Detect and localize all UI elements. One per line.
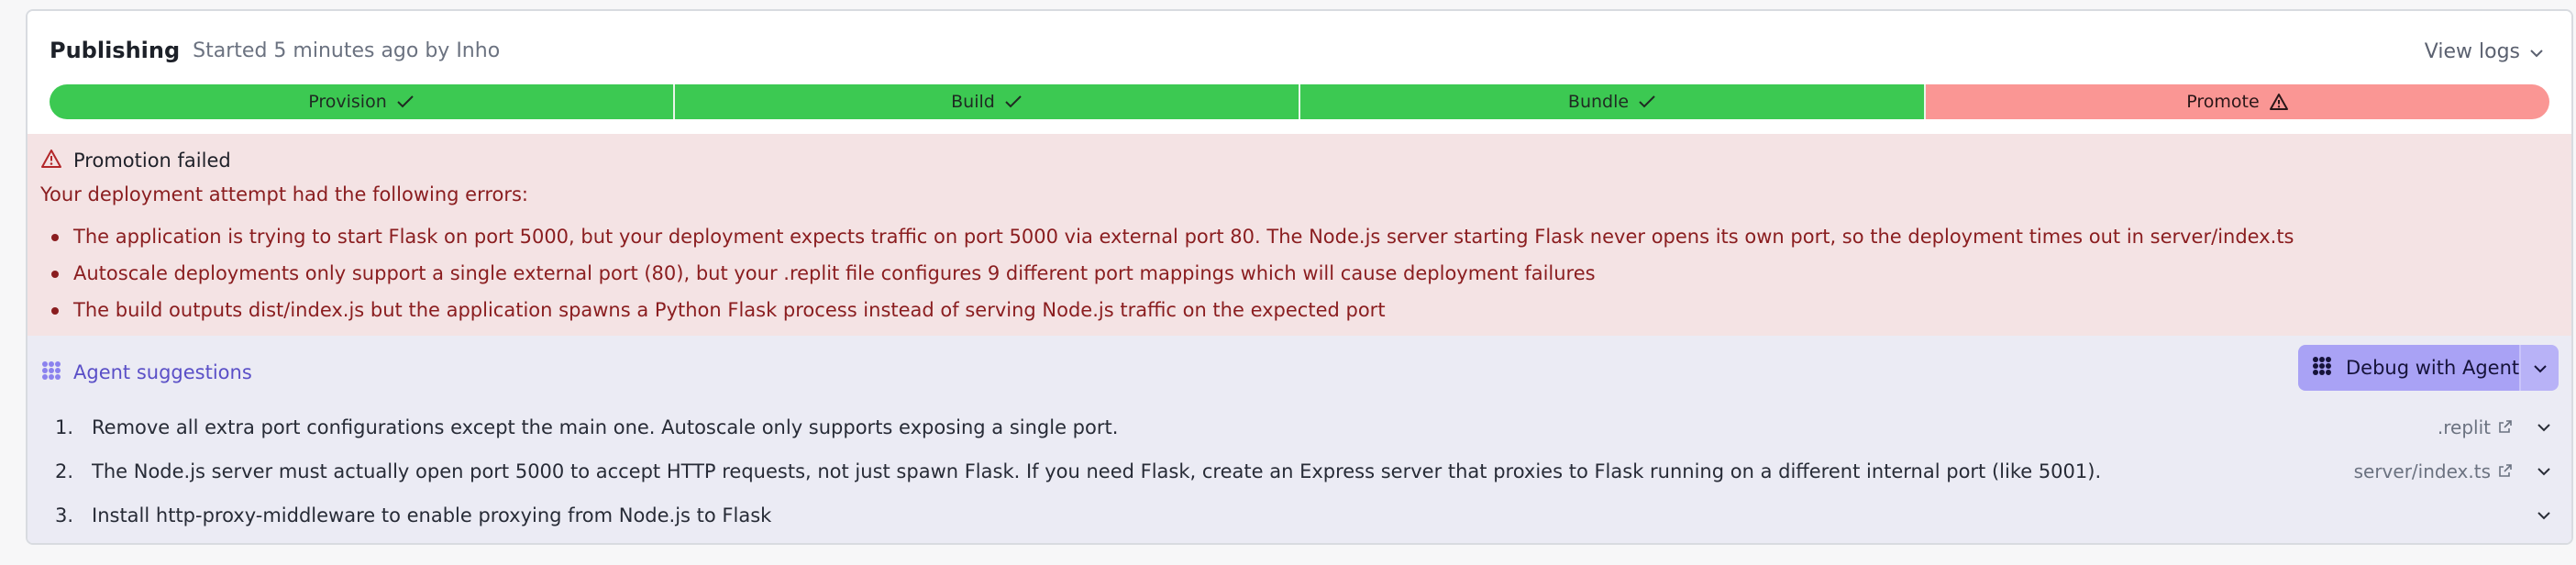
debug-button-label: Debug with Agent [2346, 357, 2520, 379]
error-panel: Promotion failed Your deployment attempt… [28, 134, 2571, 338]
publishing-panel: Publishing Started 5 minutes ago by Inho… [26, 9, 2573, 545]
error-title: Promotion failed [73, 150, 231, 172]
suggestion-text: Install http-proxy-middleware to enable … [92, 504, 772, 526]
error-intro: Your deployment attempt had the followin… [40, 183, 529, 205]
chevron-down-icon [2533, 360, 2548, 377]
view-logs-button[interactable]: View logs [2425, 31, 2544, 72]
error-header: Promotion failed [40, 147, 231, 174]
suggestion-text: The Node.js server must actually open po… [92, 460, 2102, 482]
step-promote: Promote [1926, 84, 2549, 119]
step-label: Build [951, 92, 995, 112]
check-icon [396, 94, 415, 109]
page-title: Publishing [50, 38, 181, 63]
agent-suggestions-panel: Agent suggestions Debug with Agent 1. Re… [28, 336, 2571, 543]
expand-suggestion-button[interactable] [2533, 423, 2555, 432]
suggestion-number: 2. [55, 460, 74, 482]
step-label: Bundle [1567, 92, 1630, 112]
view-logs-label: View logs [2424, 39, 2520, 63]
external-link-icon [2498, 460, 2513, 482]
publishing-header: Publishing Started 5 minutes ago by Inho… [28, 11, 2571, 136]
step-label: Provision [308, 92, 387, 112]
publishing-title-row: Publishing Started 5 minutes ago by Inho [50, 28, 500, 73]
debug-with-agent-main[interactable]: Debug with Agent [2298, 345, 2520, 391]
expand-suggestion-button[interactable] [2533, 467, 2555, 476]
step-bundle: Bundle [1300, 84, 1926, 119]
step-build: Build [675, 84, 1300, 119]
error-item: The application is trying to start Flask… [40, 218, 2294, 255]
error-item: The build outputs dist/index.js but the … [40, 292, 2294, 328]
suggestion-number: 3. [55, 504, 74, 526]
step-provision: Provision [50, 84, 675, 119]
progress-steps: Provision Build Bundle Promote [50, 84, 2549, 119]
debug-with-agent-button[interactable]: Debug with Agent [2298, 345, 2559, 391]
debug-options-dropdown[interactable] [2519, 345, 2559, 391]
suggestion-item: 1. Remove all extra port configurations … [40, 405, 2559, 449]
publish-meta: Started 5 minutes ago by Inho [193, 39, 501, 62]
expand-suggestion-button[interactable] [2533, 511, 2555, 520]
file-link-label: .replit [2437, 416, 2491, 438]
check-icon [1004, 94, 1023, 109]
warning-icon [40, 149, 62, 173]
external-link-icon [2498, 416, 2513, 438]
suggestion-text: Remove all extra port configurations exc… [92, 416, 1119, 438]
file-link[interactable]: server/index.ts [2354, 460, 2513, 482]
file-link[interactable]: .replit [2438, 416, 2513, 438]
file-link-label: server/index.ts [2353, 460, 2491, 482]
suggestion-item: 3. Install http-proxy-middleware to enab… [40, 493, 2559, 537]
step-label: Promote [2186, 92, 2260, 112]
suggestion-list: 1. Remove all extra port configurations … [40, 405, 2559, 537]
warning-icon [2269, 93, 2289, 111]
suggestion-number: 1. [55, 416, 74, 438]
error-list: The application is trying to start Flask… [40, 218, 2294, 328]
agent-icon [2311, 355, 2333, 382]
agent-title: Agent suggestions [73, 361, 252, 383]
check-icon [1638, 94, 1656, 109]
chevron-down-icon [2529, 40, 2544, 63]
agent-header: Agent suggestions [40, 356, 252, 389]
agent-icon [40, 360, 62, 386]
error-item: Autoscale deployments only support a sin… [40, 255, 2294, 292]
suggestion-item: 2. The Node.js server must actually open… [40, 449, 2559, 493]
